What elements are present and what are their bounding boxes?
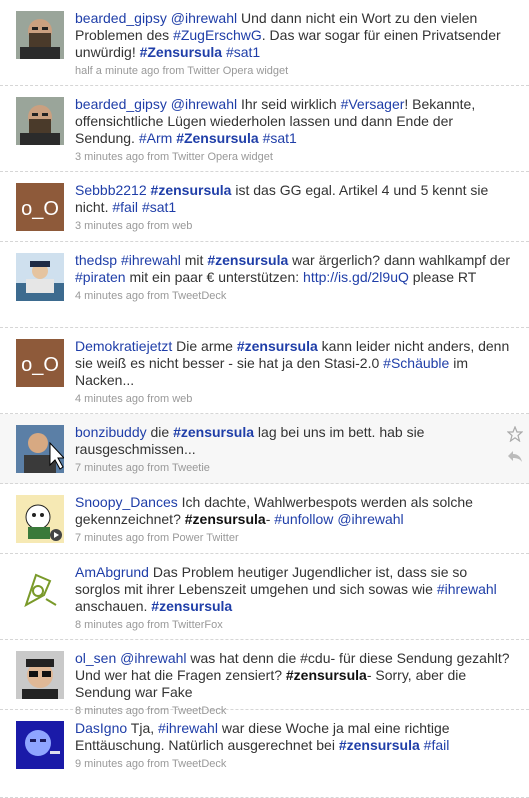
avatar[interactable] <box>16 11 64 59</box>
tweet-item: bearded_gipsy @ihrewahl Ihr seid wirklic… <box>0 86 529 172</box>
tweet-meta: 4 minutes ago from web <box>75 393 193 405</box>
hashtag-link[interactable]: #fail <box>112 199 138 215</box>
hashtag-link[interactable]: @ihrewahl <box>171 96 237 112</box>
tweet-item: ol_sen @ihrewahl was hat denn die #cdu- … <box>0 640 529 717</box>
hashtag-link[interactable]: #sat1 <box>142 199 176 215</box>
highlighted-term: #zensursula <box>184 511 266 527</box>
tweet-username[interactable]: AmAbgrund <box>75 564 149 580</box>
hashtag-link[interactable]: #zensursula <box>151 182 232 198</box>
tweet-item: o_O Demokratiejetzt Die arme #zensursula … <box>0 328 529 414</box>
tweet-meta: 9 minutes ago from TweetDeck <box>75 758 227 770</box>
favorite-star-icon[interactable] <box>507 426 523 442</box>
tweet-username[interactable]: DasIgno <box>75 720 127 736</box>
tweet-text-fragment: mit ein paar € unterstützen: <box>125 269 304 285</box>
tweet-item: bearded_gipsy @ihrewahl Und dann nicht e… <box>0 0 529 86</box>
tweet-text-fragment: die <box>146 424 174 440</box>
tweet-text: bonzibuddy die #zensursula lag bei uns i… <box>75 424 515 458</box>
tweet-text-fragment: war ärgerlich? dann wahlkampf der <box>288 252 511 268</box>
tweet-meta: half a minute ago from Twitter Opera wid… <box>75 65 289 77</box>
tweet-item: AmAbgrund Das Problem heutiger Jugendlic… <box>0 554 529 640</box>
tweet-text: DasIgno Tja, #ihrewahl war diese Woche j… <box>75 720 515 754</box>
tweet-meta: 3 minutes ago from Twitter Opera widget <box>75 151 273 163</box>
hashtag-link[interactable]: #zensursula <box>151 598 232 614</box>
svg-text:o_O: o_O <box>21 198 59 220</box>
avatar[interactable] <box>16 495 64 543</box>
hashtag-link[interactable]: #sat1 <box>263 130 297 146</box>
hashtag-link[interactable]: #Arm <box>139 130 172 146</box>
avatar[interactable] <box>16 721 64 769</box>
tweet-text-fragment: anschauen. <box>75 598 152 614</box>
hashtag-link[interactable]: @ihrewahl <box>171 10 237 26</box>
hashtag-link[interactable]: #fail <box>424 737 450 753</box>
tweet-text: Snoopy_Dances Ich dachte, Wahlwerbespots… <box>75 494 515 528</box>
tweet-item: bonzibuddy die #zensursula lag bei uns i… <box>0 414 529 484</box>
hashtag-link[interactable]: #piraten <box>75 269 126 285</box>
hashtag-link[interactable]: #Versager <box>341 96 405 112</box>
avatar[interactable] <box>16 651 64 699</box>
tweet-meta: 4 minutes ago from TweetDeck <box>75 290 227 302</box>
tweet-username[interactable]: bearded_gipsy <box>75 96 167 112</box>
tweet-text: bearded_gipsy @ihrewahl Und dann nicht e… <box>75 10 515 61</box>
tweet-item: o_O Sebbb2212 #zensursula ist das GG egal… <box>0 172 529 242</box>
tweet-text: ol_sen @ihrewahl was hat denn die #cdu- … <box>75 650 515 701</box>
hashtag-link[interactable]: #ZugErschwG <box>173 27 262 43</box>
url-link[interactable]: http://is.gd/2l9uQ <box>303 269 409 285</box>
hashtag-link[interactable]: #ihrewahl <box>437 581 497 597</box>
tweet-text: AmAbgrund Das Problem heutiger Jugendlic… <box>75 564 515 615</box>
tweet-actions <box>507 426 523 470</box>
tweet-text-fragment: Die arme <box>172 338 237 354</box>
hashtag-link[interactable]: #zensursula <box>339 737 420 753</box>
svg-text:o_O: o_O <box>21 354 59 376</box>
tweet-text: thedsp #ihrewahl mit #zensursula war ärg… <box>75 252 515 286</box>
hashtag-link[interactable]: #ihrewahl <box>158 720 218 736</box>
tweet-username[interactable]: Demokratiejetzt <box>75 338 172 354</box>
tweet-meta: 8 minutes ago from TwitterFox <box>75 619 223 631</box>
tweet-timeline: bearded_gipsy @ihrewahl Und dann nicht e… <box>0 0 529 798</box>
avatar[interactable]: o_O <box>16 339 64 387</box>
tweet-text: Demokratiejetzt Die arme #zensursula kan… <box>75 338 515 389</box>
tweet-username[interactable]: bearded_gipsy <box>75 10 167 26</box>
hashtag-link[interactable]: #Zensursula <box>140 44 222 60</box>
hashtag-link[interactable]: #Schäuble <box>383 355 449 371</box>
tweet-text-fragment: - <box>265 511 275 527</box>
tweet-item: thedsp #ihrewahl mit #zensursula war ärg… <box>0 242 529 328</box>
avatar[interactable] <box>16 97 64 145</box>
tweet-text-fragment: mit <box>180 252 208 268</box>
tweet-meta: 7 minutes ago from Power Twitter <box>75 532 239 544</box>
reply-arrow-icon[interactable] <box>507 448 523 464</box>
avatar[interactable]: o_O <box>16 183 64 231</box>
avatar[interactable] <box>16 425 64 473</box>
tweet-username[interactable]: thedsp <box>75 252 117 268</box>
tweet-item: DasIgno Tja, #ihrewahl war diese Woche j… <box>0 710 529 798</box>
tweet-username[interactable]: Snoopy_Dances <box>75 494 178 510</box>
tweet-meta: 3 minutes ago from web <box>75 220 193 232</box>
tweet-text: bearded_gipsy @ihrewahl Ihr seid wirklic… <box>75 96 515 147</box>
hashtag-link[interactable]: #zensursula <box>237 338 318 354</box>
tweet-text-fragment: Ihr seid wirklich <box>237 96 341 112</box>
highlighted-term: #zensursula <box>285 667 367 683</box>
avatar[interactable] <box>16 565 64 613</box>
tweet-username[interactable]: ol_sen <box>75 650 116 666</box>
tweet-item: Snoopy_Dances Ich dachte, Wahlwerbespots… <box>0 484 529 554</box>
tweet-username[interactable]: Sebbb2212 <box>75 182 147 198</box>
tweet-text-fragment: please RT <box>408 269 477 285</box>
tweet-text-fragment: Tja, <box>127 720 159 736</box>
tweet-username[interactable]: bonzibuddy <box>75 424 147 440</box>
hashtag-link[interactable]: #Zensursula <box>176 130 258 146</box>
hashtag-link[interactable]: @ihrewahl <box>120 650 186 666</box>
tweet-text: Sebbb2212 #zensursula ist das GG egal. A… <box>75 182 515 216</box>
hashtag-link[interactable]: #zensursula <box>173 424 254 440</box>
hashtag-link[interactable]: #ihrewahl <box>121 252 181 268</box>
hashtag-link[interactable]: @ihrewahl <box>337 511 403 527</box>
avatar[interactable] <box>16 253 64 301</box>
hashtag-link[interactable]: #unfollow <box>274 511 333 527</box>
hashtag-link[interactable]: #sat1 <box>226 44 260 60</box>
hashtag-link[interactable]: #zensursula <box>207 252 288 268</box>
tweet-meta: 7 minutes ago from Tweetie <box>75 462 210 474</box>
